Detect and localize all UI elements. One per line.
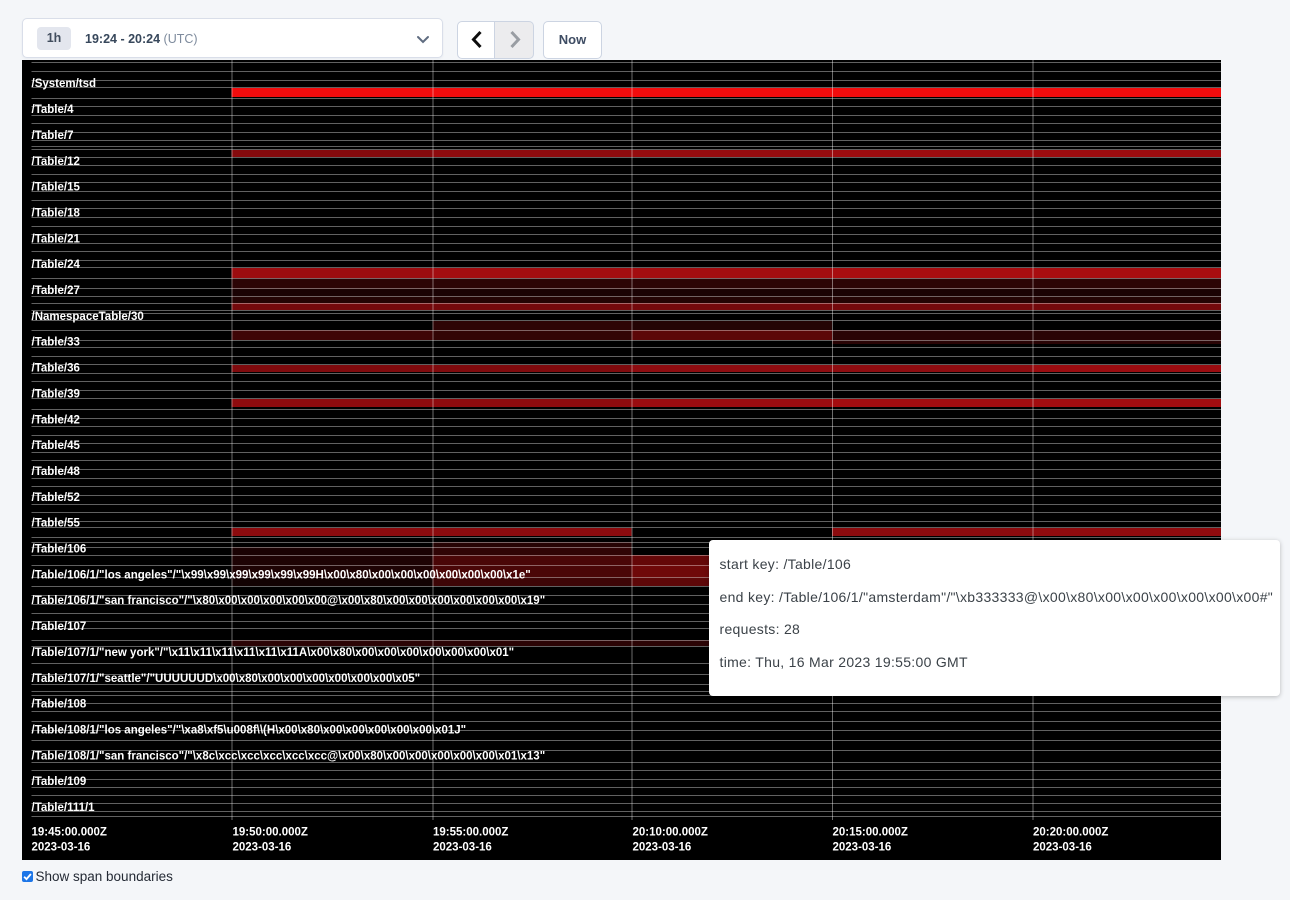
svg-text:/Table/48: /Table/48: [31, 466, 80, 478]
svg-text:/Table/12: /Table/12: [31, 156, 79, 168]
svg-text:/Table/18: /Table/18: [31, 207, 80, 219]
svg-text:/Table/107/1/"new york"/"\x11\: /Table/107/1/"new york"/"\x11\x11\x11\x1…: [31, 647, 514, 659]
svg-text:2023-03-16: 2023-03-16: [31, 842, 90, 854]
svg-text:20:15:00.000Z: 20:15:00.000Z: [832, 827, 907, 839]
svg-text:/Table/21: /Table/21: [31, 233, 80, 245]
svg-text:2023-03-16: 2023-03-16: [232, 842, 291, 854]
svg-text:/Table/55: /Table/55: [31, 518, 80, 530]
svg-text:/Table/111/1: /Table/111/1: [31, 802, 95, 814]
svg-text:/Table/106/1/"san francisco"/": /Table/106/1/"san francisco"/"\x80\x00\x…: [31, 595, 545, 607]
svg-text:/Table/108: /Table/108: [31, 699, 86, 711]
svg-text:20:20:00.000Z: 20:20:00.000Z: [1033, 827, 1108, 839]
svg-text:/Table/33: /Table/33: [31, 337, 79, 349]
svg-text:2023-03-16: 2023-03-16: [433, 842, 492, 854]
svg-text:/Table/45: /Table/45: [31, 440, 80, 452]
svg-text:2023-03-16: 2023-03-16: [632, 842, 691, 854]
svg-text:/Table/24: /Table/24: [31, 259, 80, 271]
svg-text:/Table/39: /Table/39: [31, 388, 79, 400]
svg-text:/Table/108/1/"san francisco"/": /Table/108/1/"san francisco"/"\x8c\xcc\x…: [31, 750, 545, 762]
svg-text:/Table/52: /Table/52: [31, 492, 79, 504]
svg-text:20:10:00.000Z: 20:10:00.000Z: [632, 827, 707, 839]
svg-text:/Table/107: /Table/107: [31, 621, 86, 633]
svg-text:/Table/106: /Table/106: [31, 544, 86, 556]
svg-text:/Table/27: /Table/27: [31, 285, 79, 297]
svg-text:/Table/107/1/"seattle"/"UUUUUU: /Table/107/1/"seattle"/"UUUUUUD\x00\x80\…: [31, 673, 420, 685]
svg-text:/Table/42: /Table/42: [31, 414, 79, 426]
svg-text:/Table/7: /Table/7: [31, 130, 73, 142]
svg-text:/Table/108/1/"los angeles"/"\x: /Table/108/1/"los angeles"/"\xa8\xf5\u00…: [31, 724, 466, 736]
svg-text:/Table/15: /Table/15: [31, 182, 80, 194]
svg-text:/Table/109: /Table/109: [31, 776, 86, 788]
svg-text:19:50:00.000Z: 19:50:00.000Z: [232, 827, 307, 839]
svg-text:2023-03-16: 2023-03-16: [832, 842, 891, 854]
svg-text:/System/tsd: /System/tsd: [31, 78, 96, 90]
svg-text:/NamespaceTable/30: /NamespaceTable/30: [31, 311, 143, 323]
svg-text:19:45:00.000Z: 19:45:00.000Z: [31, 827, 106, 839]
svg-text:2023-03-16: 2023-03-16: [1033, 842, 1092, 854]
svg-text:19:55:00.000Z: 19:55:00.000Z: [433, 827, 508, 839]
svg-text:/Table/36: /Table/36: [31, 363, 79, 375]
svg-text:/Table/4: /Table/4: [31, 104, 74, 116]
svg-text:/Table/106/1/"los angeles"/"\x: /Table/106/1/"los angeles"/"\x99\x99\x99…: [31, 569, 530, 581]
